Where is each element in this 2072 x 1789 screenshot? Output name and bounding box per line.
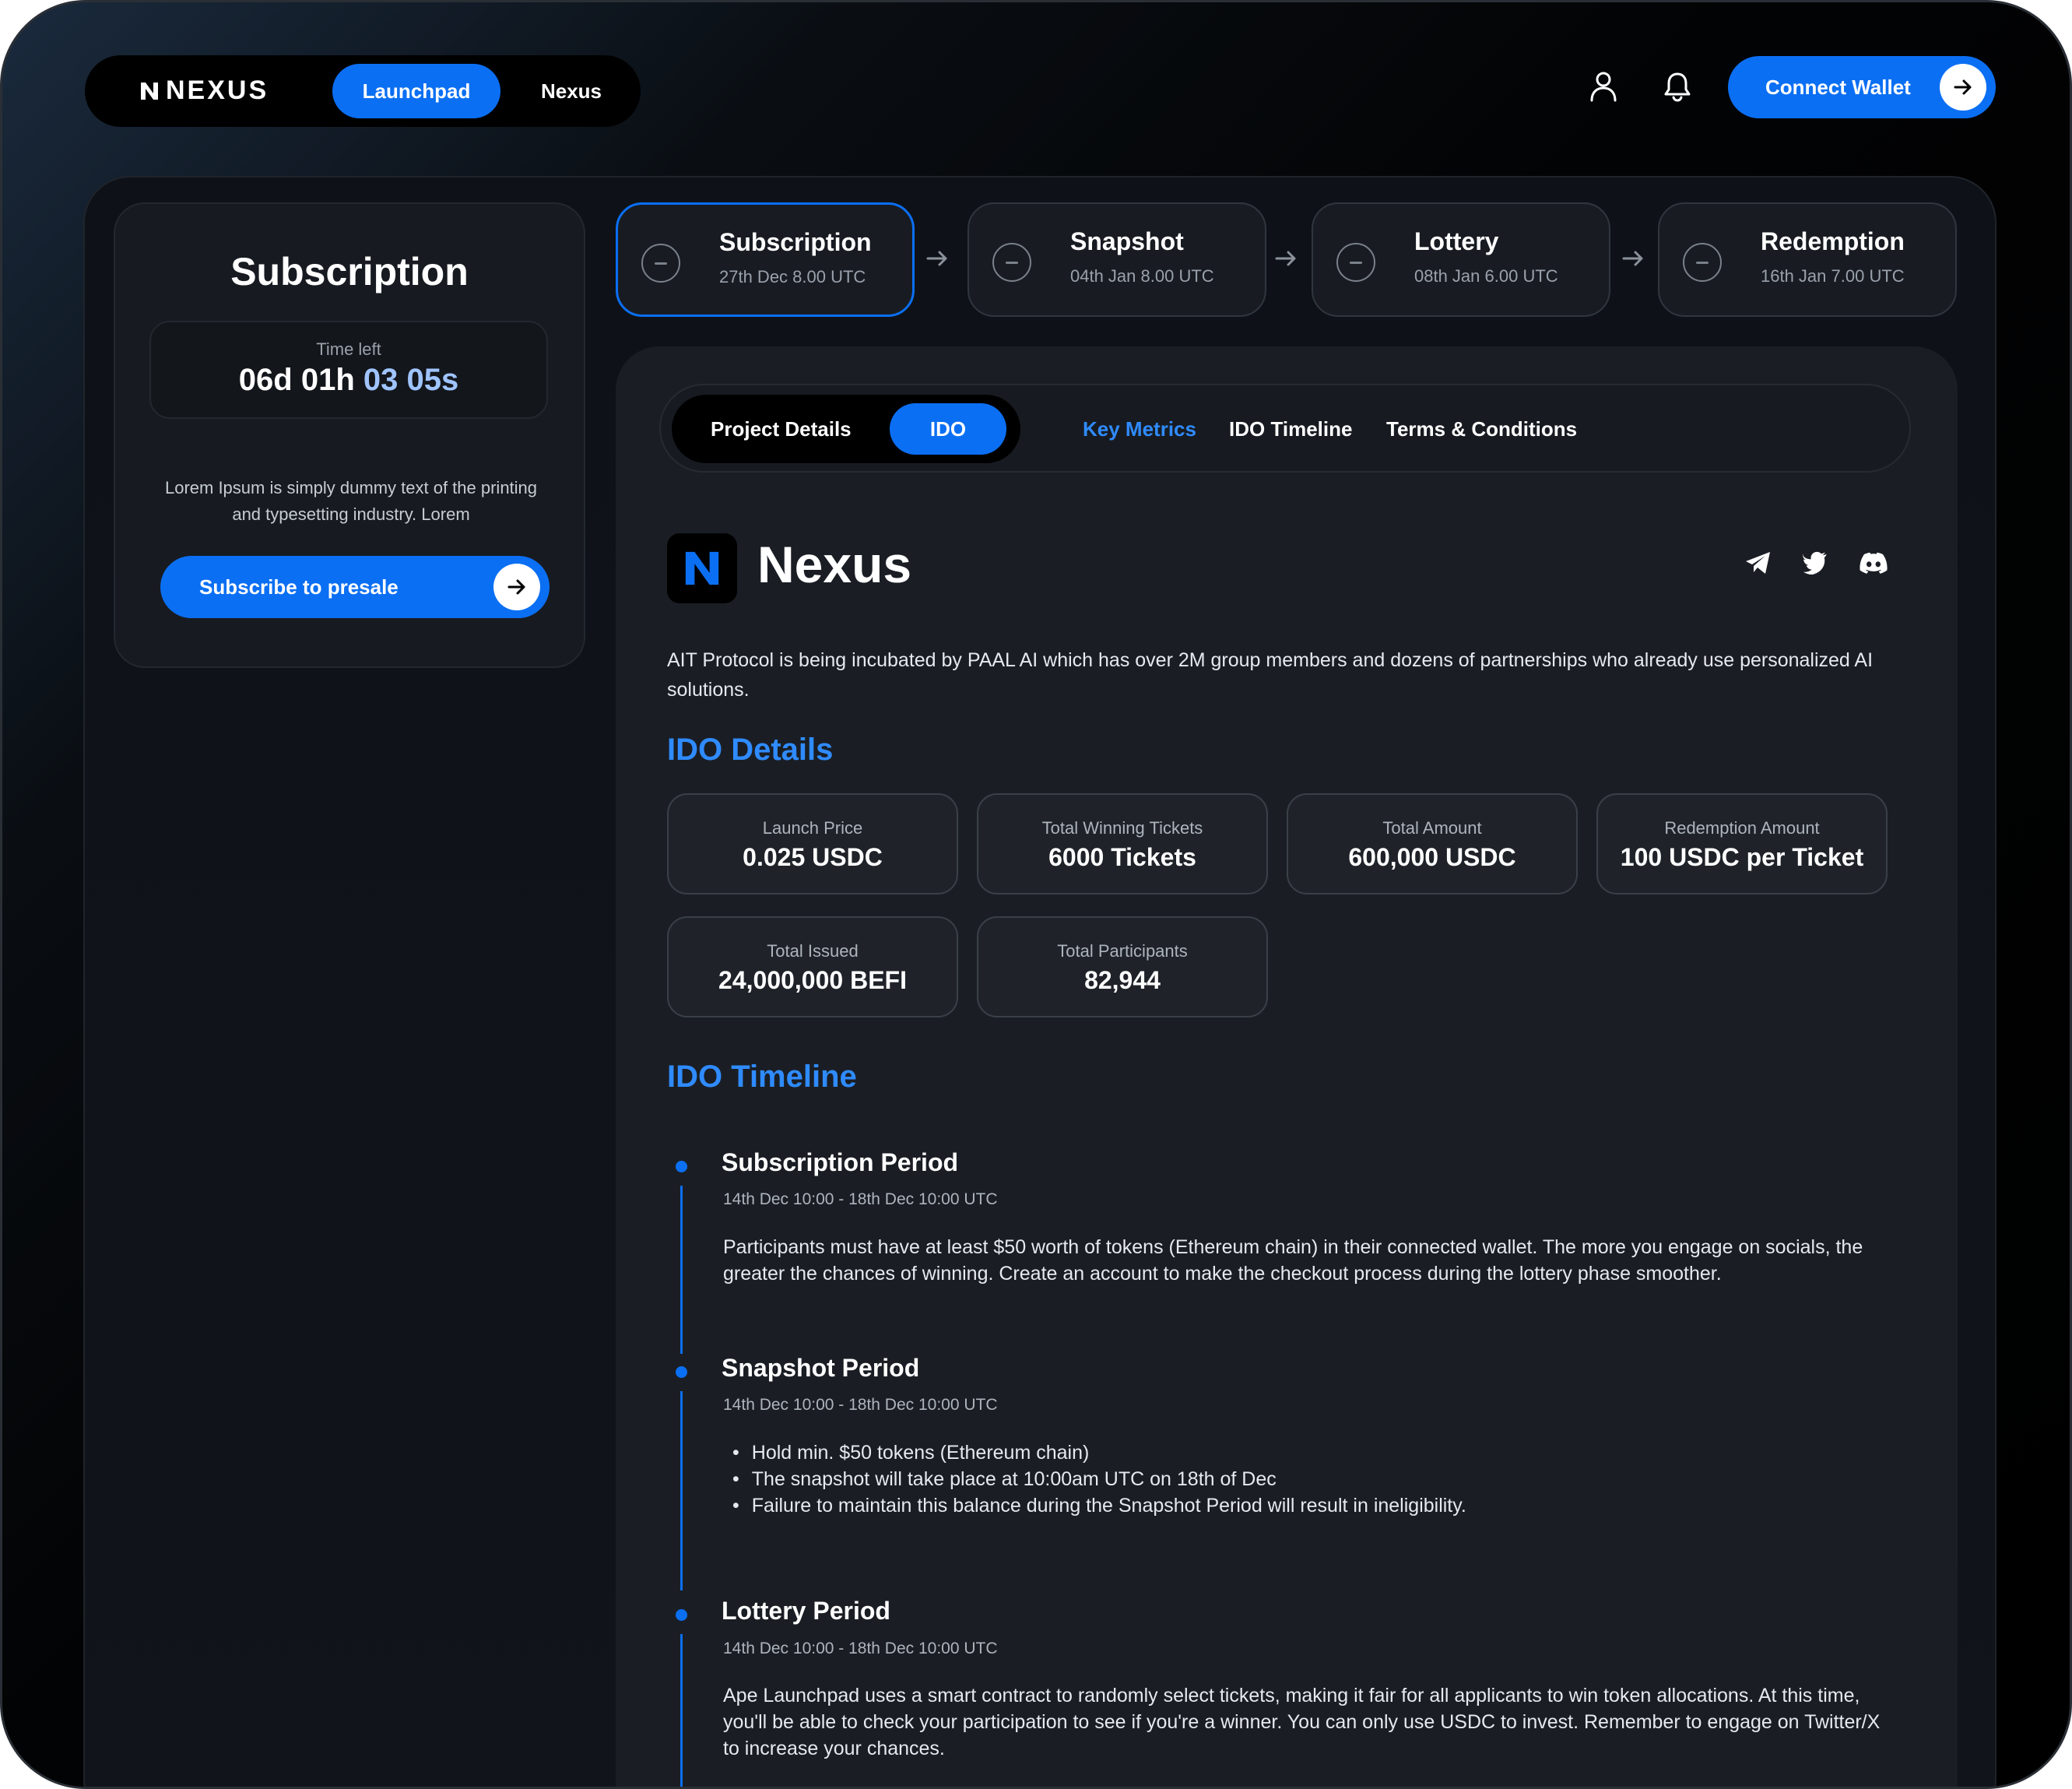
list-item: Failure to maintain this balance during … <box>732 1492 1884 1519</box>
timeline-period-title: Snapshot Period <box>722 1354 920 1382</box>
metric-label: Total Issued <box>767 941 859 961</box>
metric-value: 82,944 <box>1084 966 1161 994</box>
twitter-icon[interactable] <box>1799 546 1833 580</box>
step-title: Subscription <box>719 228 872 256</box>
arrow-right-icon <box>493 564 540 610</box>
tab-bar: Project Details IDO Key Metrics IDO Time… <box>659 384 1911 473</box>
project-logo-icon <box>667 533 737 603</box>
metric-value: 0.025 USDC <box>743 843 883 871</box>
metric-winning-tickets: Total Winning Tickets 6000 Tickets <box>977 793 1268 894</box>
step-title: Redemption <box>1761 227 1905 255</box>
timeline-line <box>680 1391 683 1590</box>
subscription-card-title: Subscription <box>230 250 469 293</box>
minus-icon <box>992 243 1031 282</box>
ido-timeline-title: IDO Timeline <box>667 1060 857 1094</box>
subscription-description: Lorem Ipsum is simply dummy text of the … <box>164 478 538 524</box>
metric-value: 600,000 USDC <box>1348 843 1516 871</box>
nav-nexus[interactable]: Nexus <box>521 64 622 118</box>
timeline-period-title: Subscription Period <box>722 1148 959 1176</box>
step-title: Lottery <box>1414 227 1499 255</box>
subscribe-label: Subscribe to presale <box>199 575 399 599</box>
nav-launchpad[interactable]: Launchpad <box>332 64 500 118</box>
metric-launch-price: Launch Price 0.025 USDC <box>667 793 958 894</box>
list-item: Hold min. $50 tokens (Ethereum chain) <box>732 1439 1884 1466</box>
timeline-dot <box>676 1366 687 1378</box>
arrow-right-icon <box>924 245 950 272</box>
user-icon[interactable] <box>1582 65 1625 108</box>
step-subscription[interactable]: Subscription 27th Dec 8.00 UTC <box>616 202 915 317</box>
metric-label: Total Amount <box>1382 818 1482 838</box>
tab-key-metrics[interactable]: Key Metrics <box>1083 395 1196 463</box>
arrow-right-icon <box>1273 245 1299 272</box>
metric-value: 6000 Tickets <box>1048 843 1196 871</box>
telegram-icon[interactable] <box>1741 546 1775 580</box>
connect-wallet-button[interactable]: Connect Wallet <box>1728 56 1996 118</box>
metric-label: Total Participants <box>1057 941 1188 961</box>
countdown-seconds: 03 05s <box>363 363 459 397</box>
snapshot-requirements-list: Hold min. $50 tokens (Ethereum chain) Th… <box>732 1439 1884 1519</box>
arrow-right-icon <box>1940 64 1986 111</box>
tab-project-details[interactable]: Project Details <box>711 395 852 463</box>
step-date: 27th Dec 8.00 UTC <box>719 267 866 286</box>
timeline-period-body: Ape Launchpad uses a smart contract to r… <box>723 1685 1881 1759</box>
metric-label: Redemption Amount <box>1664 818 1820 838</box>
metric-label: Total Winning Tickets <box>1041 818 1203 838</box>
connect-wallet-label: Connect Wallet <box>1765 75 1911 99</box>
timeline-period-date: 14th Dec 10:00 - 18th Dec 10:00 UTC <box>723 1640 998 1657</box>
metric-redemption-amount: Redemption Amount 100 USDC per Ticket <box>1596 793 1888 894</box>
metric-total-participants: Total Participants 82,944 <box>977 916 1268 1018</box>
tab-ido-timeline[interactable]: IDO Timeline <box>1229 395 1352 463</box>
top-nav: NEXUS Launchpad Nexus <box>85 55 641 127</box>
countdown-main: 06d 01h <box>238 363 363 397</box>
timeline-line <box>680 1186 683 1354</box>
tab-ido[interactable]: IDO <box>890 403 1006 455</box>
minus-icon <box>1683 243 1722 282</box>
timeline-line <box>680 1634 683 1787</box>
minus-icon <box>641 244 680 283</box>
ido-panel: Project Details IDO Key Metrics IDO Time… <box>616 346 1958 1787</box>
subscribe-presale-button[interactable]: Subscribe to presale <box>160 556 550 618</box>
step-date: 04th Jan 8.00 UTC <box>1070 266 1214 286</box>
nexus-logo-icon <box>141 82 158 100</box>
minus-icon <box>1336 243 1375 282</box>
subscription-card: Subscription Time left 06d 01h 03 05s Lo… <box>114 202 585 668</box>
step-snapshot[interactable]: Snapshot 04th Jan 8.00 UTC <box>968 202 1266 317</box>
metric-value: 24,000,000 BEFI <box>718 966 907 994</box>
metric-label: Launch Price <box>762 818 863 838</box>
discord-icon[interactable] <box>1856 546 1891 580</box>
step-title: Snapshot <box>1070 227 1184 255</box>
nexus-logo[interactable]: NEXUS <box>139 76 269 106</box>
arrow-right-icon <box>1620 245 1646 272</box>
logo-text: NEXUS <box>166 76 269 105</box>
timeline-period-body: Participants must have at least $50 wort… <box>723 1236 1863 1285</box>
project-description: AIT Protocol is being incubated by PAAL … <box>667 649 1874 701</box>
metric-total-amount: Total Amount 600,000 USDC <box>1287 793 1578 894</box>
time-left-label: Time left <box>316 339 381 359</box>
timeline-dot <box>676 1161 687 1172</box>
tab-terms[interactable]: Terms & Conditions <box>1386 395 1577 463</box>
list-item: The snapshot will take place at 10:00am … <box>732 1466 1884 1492</box>
timeline-period-date: 14th Dec 10:00 - 18th Dec 10:00 UTC <box>723 1190 998 1208</box>
bell-icon[interactable] <box>1656 65 1699 108</box>
step-redemption[interactable]: Redemption 16th Jan 7.00 UTC <box>1658 202 1957 317</box>
time-left-box: Time left 06d 01h 03 05s <box>149 321 548 419</box>
app-frame: NEXUS Launchpad Nexus Connect Wallet Sub… <box>0 0 2072 1789</box>
metric-value: 100 USDC per Ticket <box>1620 843 1864 871</box>
countdown: 06d 01h 03 05s <box>151 363 546 398</box>
metric-total-issued: Total Issued 24,000,000 BEFI <box>667 916 958 1018</box>
timeline-period-title: Lottery Period <box>722 1597 890 1625</box>
timeline-dot <box>676 1609 687 1621</box>
step-lottery[interactable]: Lottery 08th Jan 6.00 UTC <box>1312 202 1610 317</box>
project-name: Nexus <box>757 536 912 593</box>
ido-details-title: IDO Details <box>667 733 834 767</box>
step-date: 16th Jan 7.00 UTC <box>1761 266 1905 286</box>
timeline-period-date: 14th Dec 10:00 - 18th Dec 10:00 UTC <box>723 1396 998 1414</box>
step-date: 08th Jan 6.00 UTC <box>1414 266 1558 286</box>
